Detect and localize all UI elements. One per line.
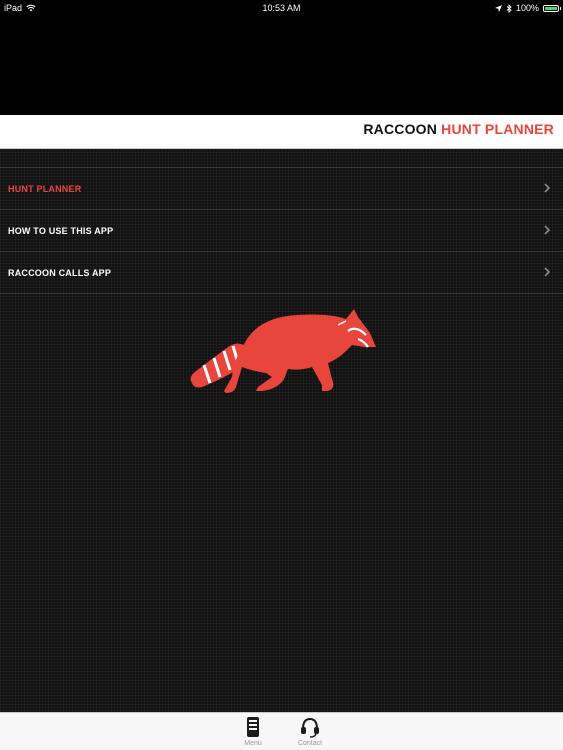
menu-item-label: HUNT PLANNER	[8, 183, 82, 194]
main-menu: HUNT PLANNER HOW TO USE THIS APP RACCOON…	[0, 167, 563, 294]
page-title: RACCOON HUNT PLANNER	[363, 121, 554, 137]
menu-item-label: RACCOON CALLS APP	[8, 267, 112, 278]
tab-menu[interactable]: Menu	[233, 716, 273, 747]
raccoon-logo-icon	[190, 309, 376, 393]
tab-contact[interactable]: Contact	[290, 716, 330, 747]
menu-item-label: HOW TO USE THIS APP	[8, 225, 114, 236]
phone-menu-icon	[247, 717, 259, 737]
tab-menu-label: Menu	[244, 740, 262, 747]
status-right: 100%	[494, 3, 561, 13]
status-time: 10:53 AM	[262, 3, 301, 13]
menu-item-hunt-planner[interactable]: HUNT PLANNER	[0, 168, 563, 210]
battery-icon	[543, 4, 561, 12]
chevron-right-icon	[544, 183, 551, 193]
tab-bar: Menu Contact	[0, 712, 563, 750]
menu-item-how-to-use[interactable]: HOW TO USE THIS APP	[0, 210, 563, 252]
header-bar: RACCOON HUNT PLANNER	[0, 115, 563, 149]
title-raccoon: RACCOON	[363, 121, 438, 137]
chevron-right-icon	[544, 267, 551, 277]
title-hunt-planner: HUNT PLANNER	[441, 121, 554, 137]
battery-percent: 100%	[515, 3, 539, 13]
main-content: HUNT PLANNER HOW TO USE THIS APP RACCOON…	[0, 149, 563, 712]
location-icon	[494, 4, 502, 12]
tab-contact-label: Contact	[297, 740, 323, 747]
headset-icon	[301, 717, 319, 738]
menu-item-raccoon-calls[interactable]: RACCOON CALLS APP	[0, 252, 563, 294]
chevron-right-icon	[544, 225, 551, 235]
bluetooth-icon	[506, 3, 512, 13]
status-bar: iPad 10:53 AM 100%	[0, 0, 563, 16]
